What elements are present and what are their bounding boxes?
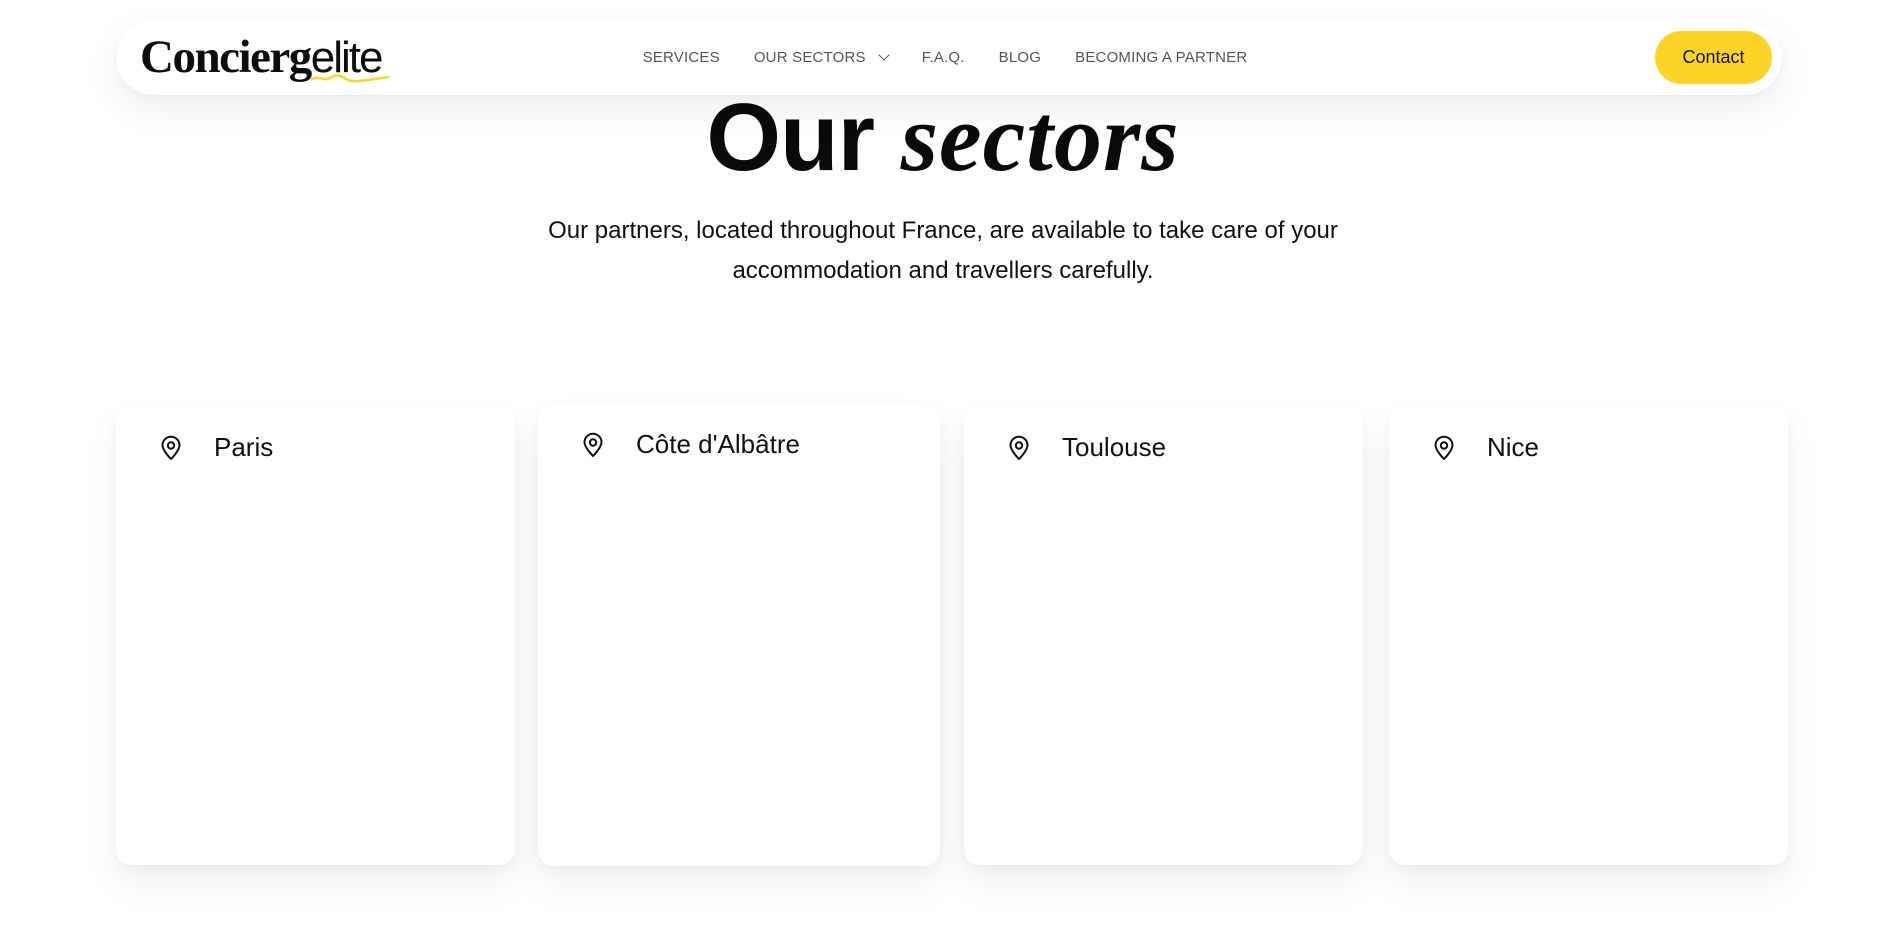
title-regular: Our: [706, 84, 875, 191]
page-title: Our sectors: [0, 82, 1886, 194]
nav-item-label: BECOMING A PARTNER: [1075, 49, 1248, 66]
logo-link[interactable]: Conciergelite: [140, 30, 400, 86]
nav-item-our-sectors[interactable]: OUR SECTORS: [753, 49, 890, 66]
location-pin-icon: [583, 432, 603, 457]
location-pin-icon: [1434, 435, 1454, 460]
sector-card-paris[interactable]: Paris: [116, 404, 515, 865]
location-pin-icon: [1009, 435, 1029, 460]
nav-item-blog[interactable]: BLOG: [999, 49, 1041, 66]
sector-name: Côte d'Albâtre: [636, 429, 800, 459]
logo-swash-icon: [310, 74, 390, 83]
chevron-down-icon: [878, 49, 890, 61]
nav-item-label: OUR SECTORS: [753, 49, 866, 66]
sector-card-cote-dalbatre[interactable]: Côte d'Albâtre: [538, 403, 940, 866]
location-pin-icon: [161, 435, 181, 460]
sector-card-toulouse[interactable]: Toulouse: [964, 404, 1363, 865]
subtitle-line-2: accommodation and travellers carefully.: [732, 257, 1154, 284]
sector-card-nice[interactable]: Nice: [1389, 404, 1788, 865]
subtitle-line-1: Our partners, located throughout France,…: [548, 217, 1338, 244]
nav-item-label: F.A.Q.: [921, 49, 965, 66]
nav-item-label: BLOG: [998, 49, 1042, 66]
page-subtitle: Our partners, located throughout France,…: [443, 211, 1443, 291]
sector-name: Paris: [214, 432, 274, 462]
logo-bold: Concierg: [140, 31, 312, 83]
nav-item-becoming-a-partner[interactable]: BECOMING A PARTNER: [1075, 49, 1247, 66]
nav-item-label: SERVICES: [642, 49, 720, 66]
nav-item-services[interactable]: SERVICES: [643, 49, 720, 66]
contact-button[interactable]: Contact: [1655, 31, 1772, 84]
site-header: Conciergelite SERVICES OUR SECTORS F.A.Q…: [116, 20, 1782, 95]
nav-item-faq[interactable]: F.A.Q.: [922, 49, 965, 66]
sector-name: Toulouse: [1062, 432, 1167, 462]
sector-name: Nice: [1487, 432, 1540, 462]
title-italic: sectors: [900, 84, 1180, 191]
